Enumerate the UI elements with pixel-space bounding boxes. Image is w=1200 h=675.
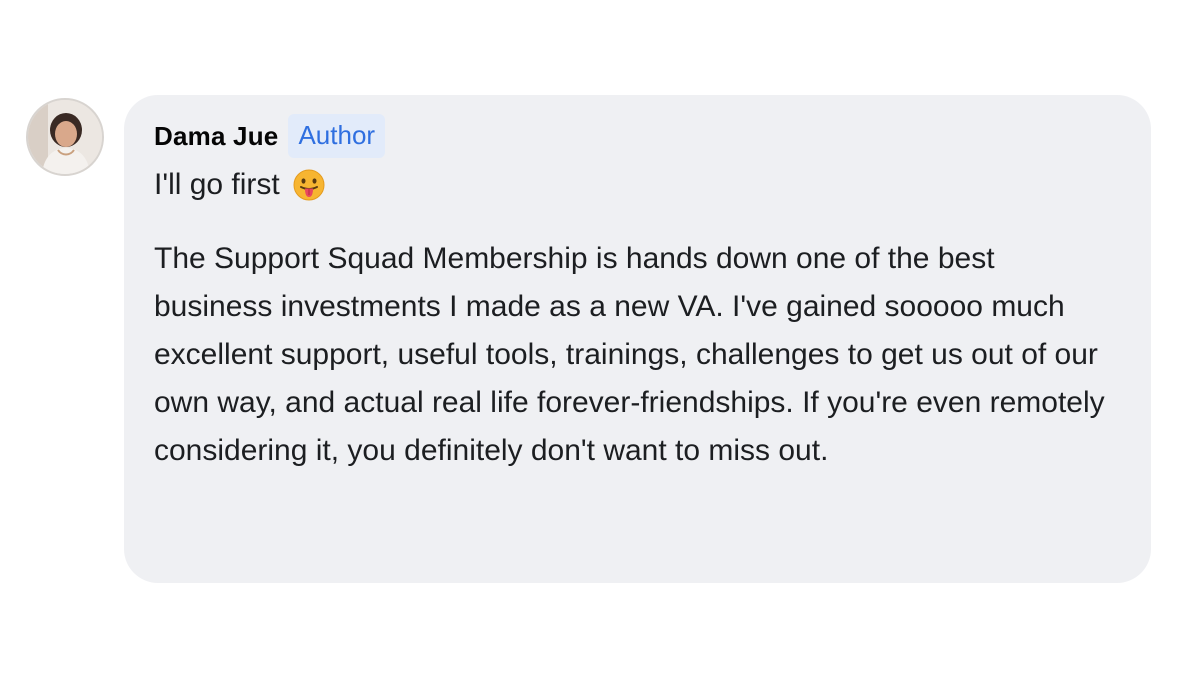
- comment-actions-cut-off: [152, 590, 412, 596]
- author-badge: Author: [288, 114, 386, 158]
- comment-bubble: Dama Jue Author I'll go first The Suppor…: [124, 95, 1151, 583]
- face-with-tongue-icon: [292, 168, 326, 202]
- comment-first-line: I'll go first: [154, 165, 1121, 205]
- first-line-text: I'll go first: [154, 168, 280, 201]
- avatar[interactable]: [26, 98, 104, 176]
- comment-body: The Support Squad Membership is hands do…: [154, 242, 1105, 467]
- author-name[interactable]: Dama Jue: [154, 121, 278, 152]
- comment: Dama Jue Author I'll go first The Suppor…: [26, 95, 1156, 583]
- comment-header: Dama Jue Author: [154, 111, 1121, 161]
